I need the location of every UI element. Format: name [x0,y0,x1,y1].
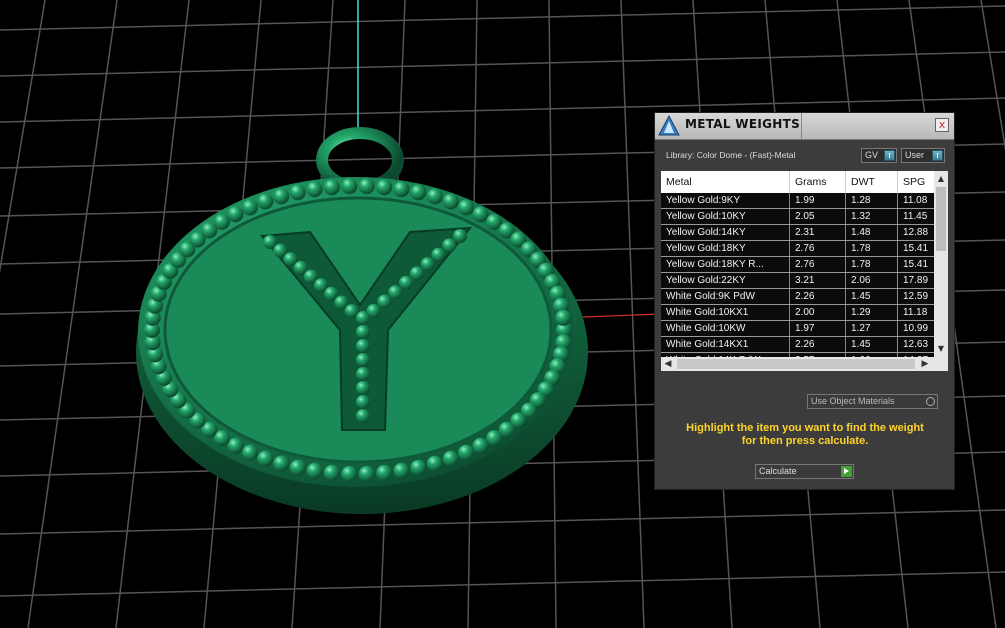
table-row[interactable]: Yellow Gold:14KY 2.31 1.48 12.88 [661,225,934,241]
gv-toggle-label: GV [865,150,879,160]
cell-grams: 2.76 [790,241,846,256]
radio-circle-icon [926,397,935,406]
cell-spg: 12.63 [903,339,929,350]
cell-spg: 11.08 [903,195,928,206]
cell-dwt: 1.28 [846,193,898,208]
cell-dwt: 1.78 [846,241,898,256]
cell-metal: Yellow Gold:10KY [661,209,790,224]
cell-metal: White Gold:9K PdW [661,289,790,304]
cell-spg: 12.59 [903,291,929,302]
use-object-materials-toggle[interactable]: Use Object Materials [807,394,938,409]
scroll-down-icon[interactable]: ▼ [934,343,948,355]
cell-grams: 2.00 [790,305,846,320]
cell-dwt: 1.45 [846,337,898,352]
instruction-line-1: Highlight the item you want to find the … [686,422,924,434]
table-row[interactable]: Yellow Gold:10KY 2.05 1.32 11.45 [661,209,934,225]
library-label: Library: Color Dome - (Fast)-Metal [666,150,796,160]
user-toggle-label: User [905,150,925,160]
table-row[interactable]: White Gold:10KW 1.97 1.27 10.99 [661,321,934,337]
column-header-metal[interactable]: Metal [661,171,790,193]
cell-metal: Yellow Gold:9KY [661,193,790,208]
vertical-scrollbar[interactable]: ▲ ▼ [934,171,948,357]
cell-metal: White Gold:14KX1 [661,337,790,352]
table-row[interactable]: Yellow Gold:9KY 1.99 1.28 11.08 [661,193,934,209]
table-row[interactable]: White Gold:14KX1 2.26 1.45 12.63 [661,337,934,353]
vertical-scroll-thumb[interactable] [936,187,946,251]
dialog-titlebar[interactable]: METAL WEIGHTS x [655,113,954,140]
table-row[interactable]: Yellow Gold:18KY R... 2.76 1.78 15.41 [661,257,934,273]
cell-spg: 15.41 [903,243,929,254]
close-button[interactable]: x [935,118,949,132]
cell-metal: Yellow Gold:22KY [661,273,790,288]
cell-grams: 1.97 [790,321,846,336]
table-row[interactable]: Yellow Gold:22KY 3.21 2.06 17.89 [661,273,934,289]
instruction-line-2: for then press calculate. [741,435,869,447]
table-row[interactable]: Yellow Gold:18KY 2.76 1.78 15.41 [661,241,934,257]
table-header: Metal Grams DWT SPG [661,171,934,193]
cell-grams: 3.21 [790,273,846,288]
column-header-grams[interactable]: Grams [790,171,846,193]
metal-table: Metal Grams DWT SPG Yellow Gold:9KY 1.99 1… [661,171,948,371]
cell-dwt: 1.29 [846,305,898,320]
horizontal-scrollbar[interactable]: ◀ ▶ [661,357,948,371]
titlebar-divider [801,113,802,139]
cell-dwt: 1.32 [846,209,898,224]
cell-grams: 2.76 [790,257,846,272]
calculate-label: Calculate [759,466,797,476]
user-toggle[interactable]: User [901,148,945,163]
table-body: Yellow Gold:9KY 1.99 1.28 11.08 Yellow Gold:… [661,193,934,357]
table-row[interactable]: White Gold:9K PdW 2.26 1.45 12.59 [661,289,934,305]
cell-spg: 11.18 [903,307,928,318]
cell-spg: 10.99 [903,323,929,334]
play-arrow-icon [841,466,852,477]
cell-spg: 12.88 [903,227,929,238]
cell-metal: Yellow Gold:18KY [661,241,790,256]
cell-metal: Yellow Gold:14KY [661,225,790,240]
scroll-left-icon[interactable]: ◀ [661,357,675,371]
cell-dwt: 2.06 [846,273,898,288]
horizontal-scroll-thumb[interactable] [677,359,915,369]
instruction-text: Highlight the item you want to find the … [665,422,945,448]
metal-weights-dialog: METAL WEIGHTS x Library: Color Dome - (F… [654,112,955,490]
cell-dwt: 1.45 [846,289,898,304]
calculate-button[interactable]: Calculate [755,464,854,479]
cell-metal: White Gold:10KW [661,321,790,336]
toggle-switch-icon [884,150,895,161]
cell-dwt: 1.48 [846,225,898,240]
toggle-switch-icon [932,150,943,161]
app-logo-icon [658,115,680,136]
cell-spg: 11.45 [903,211,928,222]
cell-grams: 2.05 [790,209,846,224]
cell-dwt: 1.27 [846,321,898,336]
cell-metal: Yellow Gold:18KY R... [661,257,790,272]
cell-grams: 1.99 [790,193,846,208]
scroll-up-icon[interactable]: ▲ [934,173,948,185]
cell-grams: 2.31 [790,225,846,240]
cell-spg: 15.41 [903,259,929,270]
cell-grams: 2.26 [790,289,846,304]
gv-toggle[interactable]: GV [861,148,897,163]
dialog-title: METAL WEIGHTS [685,117,801,131]
cell-metal: White Gold:10KX1 [661,305,790,320]
use-object-materials-label: Use Object Materials [811,396,895,406]
column-header-spg[interactable]: SPG [898,171,938,193]
cell-grams: 2.26 [790,337,846,352]
scroll-right-icon[interactable]: ▶ [918,357,932,371]
cell-spg: 17.89 [903,275,929,286]
column-header-dwt[interactable]: DWT [846,171,898,193]
table-row[interactable]: White Gold:10KX1 2.00 1.29 11.18 [661,305,934,321]
cell-dwt: 1.78 [846,257,898,272]
